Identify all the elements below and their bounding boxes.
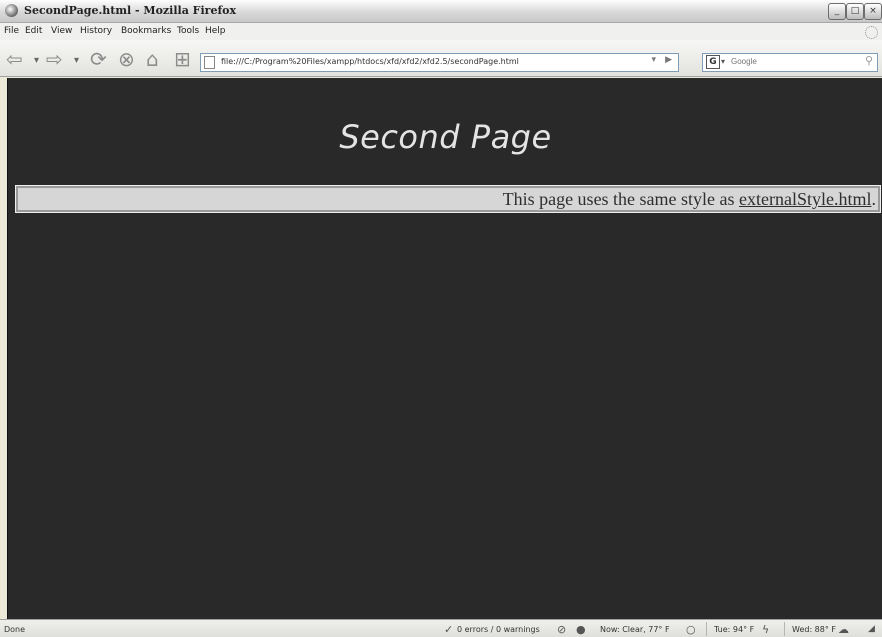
window-title: SecondPage.html - Mozilla Firefox <box>24 4 237 17</box>
address-bar[interactable]: file:///C:/Program%20Files/xampp/htdocs/… <box>200 53 679 72</box>
block-icon[interactable]: ⊘ <box>557 623 566 636</box>
search-icon[interactable]: ⚲ <box>865 54 873 67</box>
notice-period: . <box>871 189 877 209</box>
back-history-dropdown-icon[interactable]: ▾ <box>34 55 39 66</box>
style-notice: This page uses the same style as externa… <box>15 185 881 213</box>
cloud-icon: ☁ <box>838 623 849 636</box>
menu-bar: File Edit View History Bookmarks Tools H… <box>0 23 882 40</box>
menu-edit[interactable]: Edit <box>25 26 42 36</box>
globe-icon[interactable]: ● <box>576 623 586 636</box>
close-button[interactable]: × <box>864 3 882 20</box>
page-content: Second Page This page uses the same styl… <box>7 78 882 619</box>
back-icon[interactable]: ⇦ <box>6 48 23 70</box>
status-divider <box>784 622 785 636</box>
page-heading: Second Page <box>339 118 552 156</box>
status-bar: Done ✓ 0 errors / 0 warnings ⊘ ● Now: Cl… <box>0 619 882 637</box>
weather-now: Now: Clear, 77° F <box>600 625 670 634</box>
validator-icon[interactable]: ✓ <box>444 623 453 636</box>
reload-icon[interactable]: ⟳ <box>90 48 107 70</box>
stop-icon[interactable]: ⊗ <box>118 48 135 70</box>
maximize-button[interactable]: □ <box>846 3 864 20</box>
weather-icon: ○ <box>686 623 696 636</box>
url-text[interactable]: file:///C:/Program%20Files/xampp/htdocs/… <box>221 57 519 66</box>
menu-help[interactable]: Help <box>205 26 226 36</box>
forward-history-dropdown-icon[interactable]: ▾ <box>74 55 79 66</box>
minimize-button[interactable]: _ <box>828 3 846 20</box>
search-input[interactable] <box>731 56 851 67</box>
weather-wed: Wed: 88° F <box>792 625 837 634</box>
menu-bookmarks[interactable]: Bookmarks <box>121 26 171 36</box>
go-arrow-icon[interactable]: ▶ <box>665 55 672 65</box>
search-engine-dropdown-icon[interactable]: ▾ <box>721 57 725 66</box>
menu-tools[interactable]: Tools <box>177 26 199 36</box>
menu-history[interactable]: History <box>80 26 112 36</box>
search-engine-icon[interactable]: G <box>706 55 720 69</box>
forward-icon[interactable]: ⇨ <box>46 48 63 70</box>
resize-grip-icon[interactable]: ◢ <box>868 624 875 634</box>
home-icon[interactable]: ⌂ <box>146 48 159 70</box>
page-icon <box>204 56 215 69</box>
url-history-dropdown-icon[interactable]: ▾ <box>651 55 656 65</box>
title-bar: SecondPage.html - Mozilla Firefox _ □ × <box>0 0 882 23</box>
menu-file[interactable]: File <box>4 26 19 36</box>
notice-text: This page uses the same style as <box>502 189 740 209</box>
throbber-icon <box>865 26 878 39</box>
new-tab-icon[interactable]: ⊞ <box>174 48 191 70</box>
menu-view[interactable]: View <box>51 26 72 36</box>
browser-window: SecondPage.html - Mozilla Firefox _ □ × … <box>0 0 882 637</box>
external-style-link[interactable]: externalStyle.html <box>739 189 871 209</box>
validator-status[interactable]: 0 errors / 0 warnings <box>457 625 540 634</box>
status-divider <box>706 622 707 636</box>
status-text: Done <box>4 625 26 634</box>
weather-tue: Tue: 94° F <box>714 625 755 634</box>
navigation-toolbar: ⇦ ▾ ⇨ ▾ ⟳ ⊗ ⌂ ⊞ file:///C:/Program%20Fil… <box>0 40 882 77</box>
firefox-icon <box>5 4 18 17</box>
search-bar[interactable]: G ▾ ⚲ <box>702 53 878 72</box>
thunderstorm-icon: ϟ <box>762 623 770 636</box>
